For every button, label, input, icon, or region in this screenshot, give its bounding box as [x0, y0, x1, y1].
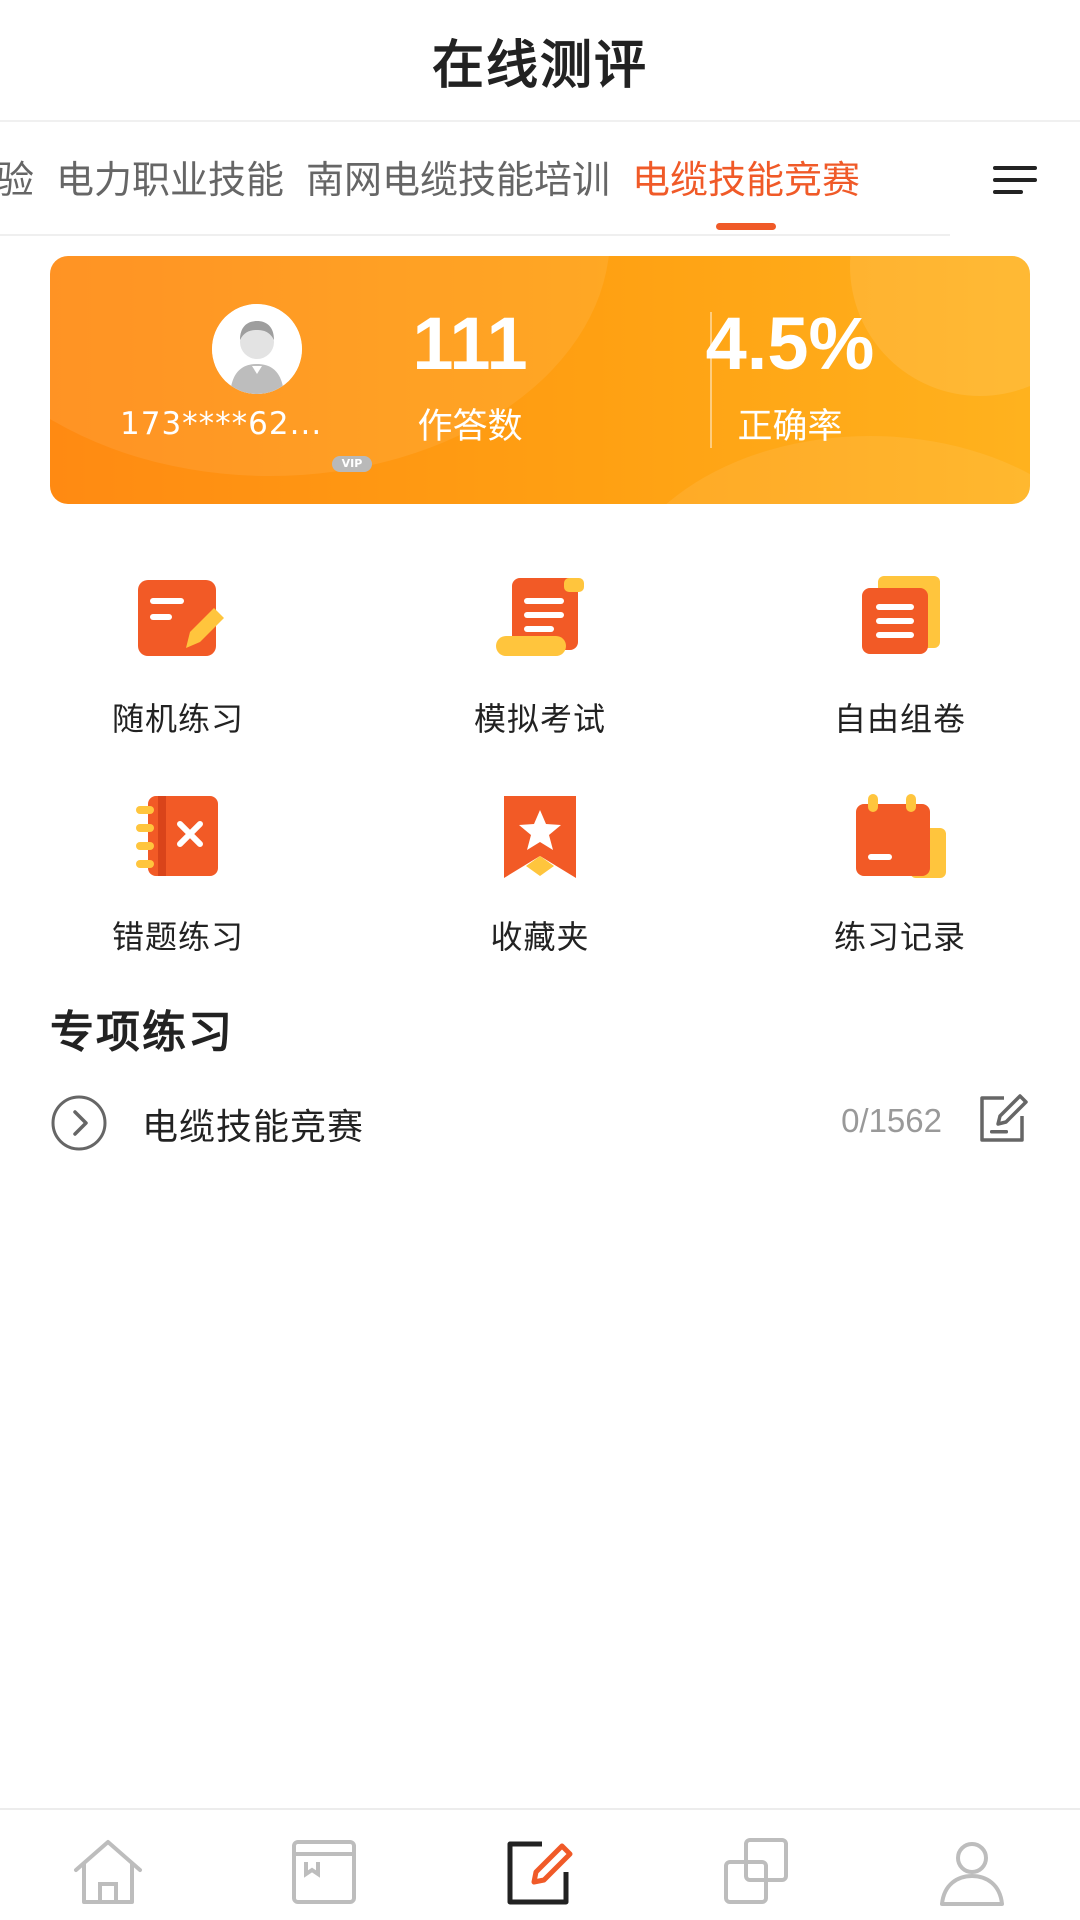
wrong-questions-icon	[136, 796, 218, 876]
favorites-icon	[504, 796, 576, 878]
answer-count-value: 111	[412, 302, 528, 385]
avatar-icon	[212, 304, 302, 394]
tab-partial[interactable]: 验	[0, 124, 34, 236]
tab-power-vocational-skills[interactable]: 电力职业技能	[56, 124, 284, 236]
course-icon[interactable]	[284, 1832, 364, 1912]
free-paper-button[interactable]: 自由组卷	[750, 574, 1050, 744]
random-practice-button[interactable]: 随机练习	[28, 574, 328, 744]
practice-record-button[interactable]: 练习记录	[750, 792, 1050, 962]
home-icon[interactable]	[68, 1832, 148, 1912]
page-title: 在线测评	[431, 35, 648, 96]
active-tab-indicator	[716, 223, 777, 230]
accuracy-stat: 4.5% 正确率	[660, 304, 920, 449]
section-title: 专项练习	[50, 1007, 234, 1058]
tab-cable-skills-competition[interactable]: 电缆技能竞赛	[632, 124, 860, 236]
app-header: 在线测评	[0, 0, 1080, 122]
accuracy-label: 正确率	[737, 407, 843, 447]
answer-count-label: 作答数	[417, 407, 523, 447]
accuracy-value: 4.5%	[705, 302, 875, 385]
favorites-button[interactable]: 收藏夹	[390, 792, 690, 962]
mock-exam-icon	[496, 578, 584, 656]
profile-icon[interactable]	[932, 1832, 1012, 1912]
tabs-track: 验 电力职业技能 南网电缆技能培训 电缆技能竞赛	[0, 124, 882, 236]
practice-row-progress: 0/1562	[841, 1102, 942, 1139]
random-practice-icon	[138, 580, 224, 656]
random-practice-label: 随机练习	[111, 700, 244, 738]
chevron-right-circle-icon	[51, 1095, 107, 1151]
favorites-label: 收藏夹	[490, 918, 590, 956]
user-phone: 173****62...	[120, 406, 323, 442]
answer-count-stat: 111 作答数	[340, 304, 600, 449]
library-icon[interactable]	[716, 1832, 796, 1912]
free-paper-icon	[862, 576, 940, 654]
mock-exam-button[interactable]: 模拟考试	[390, 574, 690, 744]
bottom-nav	[0, 1808, 1080, 1920]
free-paper-label: 自由组卷	[833, 700, 966, 738]
wrong-questions-button[interactable]: 错题练习	[28, 792, 328, 962]
exam-icon[interactable]	[500, 1832, 580, 1912]
practice-record-label: 练习记录	[833, 918, 966, 956]
mock-exam-label: 模拟考试	[473, 700, 606, 738]
practice-row-name: 电缆技能竞赛	[142, 1107, 365, 1148]
tabs-divider	[0, 234, 950, 236]
category-tabs: 验 电力职业技能 南网电缆技能培训 电缆技能竞赛	[0, 124, 1080, 236]
menu-icon	[993, 166, 1037, 194]
tab-csg-cable-training[interactable]: 南网电缆技能培训	[306, 124, 610, 236]
wrong-questions-label: 错题练习	[111, 918, 244, 956]
stats-banner: 173****62... VIP 111 作答数 4.5% 正确率	[50, 256, 1030, 504]
menu-button[interactable]	[950, 124, 1080, 236]
practice-record-icon	[856, 794, 946, 878]
practice-row[interactable]: 电缆技能竞赛 0/1562	[50, 1090, 1030, 1158]
vip-badge: VIP	[332, 456, 372, 472]
edit-icon[interactable]	[974, 1090, 1030, 1146]
